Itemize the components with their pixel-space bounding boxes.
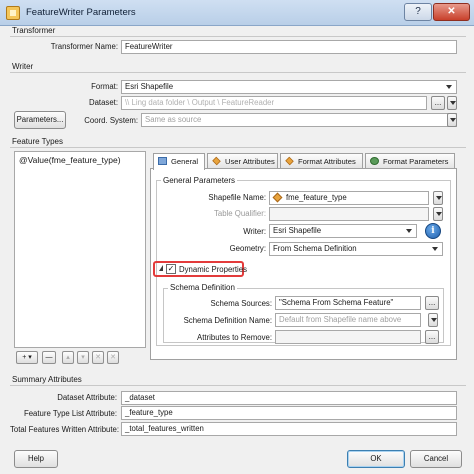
divider <box>10 147 466 148</box>
tab-format-attributes[interactable]: Format Attributes <box>280 153 363 169</box>
tab-user-attributes[interactable]: User Attributes <box>207 153 278 169</box>
dataset-attribute-input[interactable]: _dataset <box>121 391 457 405</box>
attributes-to-remove-input[interactable] <box>275 330 421 344</box>
transformer-name-label: Transformer Name: <box>50 42 118 51</box>
tab-general[interactable]: General <box>153 153 205 170</box>
shapefile-name-label: Shapefile Name: <box>208 193 266 202</box>
cancel-button[interactable]: Cancel <box>410 450 462 468</box>
schema-sources-label: Schema Sources: <box>210 299 272 308</box>
table-qualifier-menu-button[interactable] <box>433 207 443 221</box>
clear-button[interactable]: ✕ <box>107 351 119 364</box>
writer-dropdown[interactable]: Esri Shapefile <box>269 224 417 238</box>
format-dropdown[interactable]: Esri Shapefile <box>121 80 457 94</box>
schema-definition-name-label: Schema Definition Name: <box>183 316 272 325</box>
dynamic-properties-checkbox[interactable]: ✓ <box>166 264 176 274</box>
schema-sources-browse-button[interactable]: ... <box>425 296 439 310</box>
info-icon[interactable]: i <box>425 223 441 239</box>
tab-general-label: General <box>171 157 199 166</box>
parameters-button[interactable]: Parameters... <box>14 111 66 129</box>
tab-format-parameters[interactable]: Format Parameters <box>365 153 455 169</box>
feature-types-section-title: Feature Types <box>12 137 63 146</box>
schema-definition-name-input[interactable]: Default from Shapefile name above <box>275 313 421 327</box>
help-button[interactable]: Help <box>14 450 58 468</box>
divider <box>10 72 466 73</box>
attributes-to-remove-browse-button[interactable]: ... <box>425 330 439 344</box>
coord-system-input[interactable]: Same as source <box>141 113 457 127</box>
coord-system-label: Coord. System: <box>84 116 138 125</box>
dataset-attribute-label: Dataset Attribute: <box>57 393 117 402</box>
total-features-attribute-label: Total Features Written Attribute: <box>10 425 120 434</box>
feature-types-list[interactable]: @Value(fme_feature_type) <box>14 151 146 348</box>
feature-type-list-attribute-input[interactable]: _feature_type <box>121 406 457 420</box>
shapefile-name-input[interactable]: fme_feature_type <box>269 191 429 205</box>
general-tab-icon <box>158 157 167 165</box>
remove-feature-type-button[interactable]: — <box>42 351 56 364</box>
feature-type-list-attribute-label: Feature Type List Attribute: <box>23 409 117 418</box>
format-attributes-tab-icon <box>285 156 294 166</box>
move-down-button[interactable]: ▾ <box>77 351 89 364</box>
writer-label: Writer: <box>243 227 266 236</box>
schema-sources-input[interactable]: "Schema From Schema Feature" <box>275 296 421 310</box>
tab-format-parameters-label: Format Parameters <box>383 157 449 166</box>
dataset-browse-button[interactable]: ... <box>431 96 445 110</box>
geometry-dropdown[interactable]: From Schema Definition <box>269 242 443 256</box>
delete-button[interactable]: ✕ <box>92 351 104 364</box>
total-features-attribute-input[interactable]: _total_features_written <box>121 422 457 436</box>
move-up-button[interactable]: ▴ <box>62 351 74 364</box>
summary-section-title: Summary Attributes <box>12 375 82 384</box>
general-parameters-title: General Parameters <box>161 176 238 185</box>
divider <box>10 385 466 386</box>
dataset-dropdown-button[interactable] <box>447 96 457 110</box>
writer-section-title: Writer <box>12 62 34 71</box>
coord-system-dropdown-button[interactable] <box>447 113 457 127</box>
tab-user-attributes-label: User Attributes <box>225 157 275 166</box>
close-window-button[interactable]: ✕ <box>433 3 470 21</box>
gear-icon <box>370 157 379 165</box>
divider <box>10 36 466 37</box>
dataset-input[interactable]: \\ Ling data folder \ Output \ FeatureRe… <box>121 96 427 110</box>
table-qualifier-input[interactable] <box>269 207 429 221</box>
app-icon <box>6 6 20 20</box>
format-label: Format: <box>91 82 118 91</box>
schema-definition-name-menu-button[interactable] <box>428 313 438 327</box>
feature-type-item[interactable]: @Value(fme_feature_type) <box>19 155 121 165</box>
transformer-section-title: Transformer <box>12 26 56 35</box>
transformer-name-input[interactable]: FeatureWriter <box>121 40 457 54</box>
dynamic-properties-label: Dynamic Properties <box>179 265 248 274</box>
geometry-label: Geometry: <box>229 244 266 253</box>
schema-definition-title: Schema Definition <box>168 283 237 292</box>
ok-button[interactable]: OK <box>347 450 405 468</box>
dataset-label: Dataset: <box>88 98 118 107</box>
add-feature-type-button[interactable]: + ▾ <box>16 351 38 364</box>
window-title: FeatureWriter Parameters <box>26 7 136 18</box>
tab-format-attributes-label: Format Attributes <box>298 157 356 166</box>
user-attributes-tab-icon <box>212 156 221 166</box>
help-titlebar-button[interactable]: ? <box>404 3 432 21</box>
attributes-to-remove-label: Attributes to Remove: <box>197 333 272 342</box>
collapse-triangle-icon[interactable] <box>159 265 163 271</box>
shapefile-name-menu-button[interactable] <box>433 191 443 205</box>
table-qualifier-label: Table Qualifier: <box>213 209 266 218</box>
